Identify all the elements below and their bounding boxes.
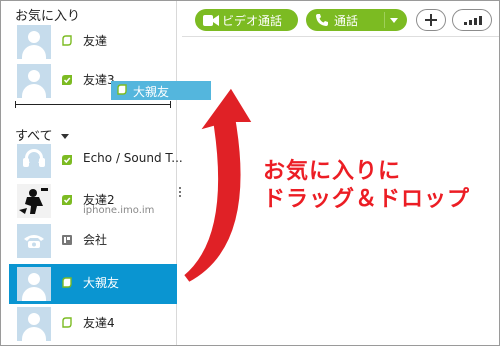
video-call-button[interactable]: ビデオ通話 xyxy=(195,9,298,31)
contact-subtext: iphone.imo.im xyxy=(83,205,155,216)
online-status-icon xyxy=(62,75,72,85)
video-call-label: ビデオ通話 xyxy=(222,14,283,28)
contact-name: 会社 xyxy=(83,233,108,247)
contact-item[interactable]: 会社 xyxy=(9,221,177,261)
contact-item-selected[interactable]: 大親友 xyxy=(9,264,177,304)
drag-ghost-name: 大親友 xyxy=(133,85,170,99)
default-avatar-icon xyxy=(17,267,51,301)
telephone-avatar-icon xyxy=(17,224,51,258)
contact-item[interactable]: Echo / Sound T... xyxy=(9,141,183,181)
online-status-icon xyxy=(62,155,72,165)
contact-name: 友達 xyxy=(83,34,108,48)
call-quality-button[interactable] xyxy=(452,9,492,31)
contact-name: 友達4 xyxy=(83,316,115,330)
phone-icon xyxy=(316,14,328,26)
contact-item[interactable]: 友達4 xyxy=(9,304,177,344)
default-avatar-icon xyxy=(17,64,51,98)
away-status-icon xyxy=(62,277,72,288)
away-status-icon xyxy=(117,84,127,95)
signal-bars-icon xyxy=(464,22,467,25)
annotation-line-2: ドラッグ＆ドロップ xyxy=(263,187,471,212)
contact-name: 大親友 xyxy=(83,276,120,290)
phone-status-icon xyxy=(62,235,72,245)
conversation-toolbar: ビデオ通話 通話 xyxy=(182,1,499,37)
online-status-icon xyxy=(62,195,72,205)
drop-indicator xyxy=(15,101,171,108)
contact-name: 友達3 xyxy=(83,73,115,87)
headset-avatar-icon xyxy=(17,144,51,178)
chevron-down-icon[interactable] xyxy=(390,18,398,23)
annotation-line-1: お気に入りに xyxy=(263,159,402,184)
away-status-icon xyxy=(62,317,72,328)
contact-sidebar: お気に入り 友達 友達3 すべて Echo / Sound T... 友達2 i… xyxy=(1,1,211,345)
contact-item[interactable]: 友達2 iphone.imo.im xyxy=(9,181,177,221)
chevron-down-icon xyxy=(60,134,69,139)
default-avatar-icon xyxy=(17,25,51,59)
photo-avatar xyxy=(17,184,51,218)
annotation-text: お気に入りに ドラッグ＆ドロップ xyxy=(263,158,470,214)
curved-arrow-annotation xyxy=(181,87,255,285)
call-label: 通話 xyxy=(334,14,359,28)
contact-name: Echo / Sound T... xyxy=(83,151,183,165)
add-button[interactable] xyxy=(416,9,446,31)
default-avatar-icon xyxy=(17,307,51,341)
call-button[interactable]: 通話 xyxy=(306,9,407,31)
away-status-icon xyxy=(62,35,72,46)
skype-window: お気に入り 友達 友達3 すべて Echo / Sound T... 友達2 i… xyxy=(0,0,500,346)
video-camera-icon xyxy=(203,15,219,26)
contact-item[interactable]: 友達 xyxy=(9,22,177,62)
